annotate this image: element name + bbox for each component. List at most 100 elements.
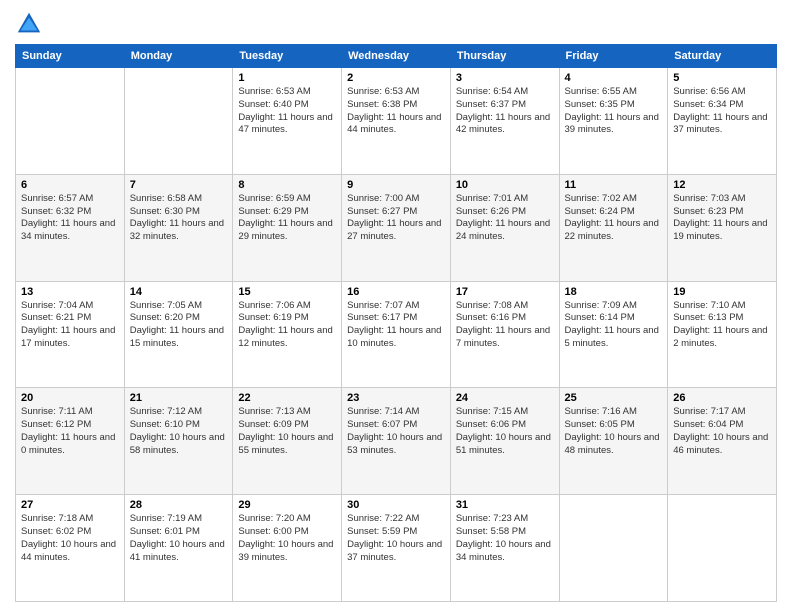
day-info: Sunrise: 7:05 AMSunset: 6:20 PMDaylight:…	[130, 300, 228, 351]
day-number: 10	[456, 179, 554, 191]
day-info: Sunrise: 7:10 AMSunset: 6:13 PMDaylight:…	[673, 300, 771, 351]
day-info: Sunrise: 6:54 AMSunset: 6:37 PMDaylight:…	[456, 86, 554, 137]
day-info: Sunrise: 7:14 AMSunset: 6:07 PMDaylight:…	[347, 406, 445, 457]
calendar-week-row: 1 Sunrise: 6:53 AMSunset: 6:40 PMDaylight…	[16, 68, 777, 175]
header	[15, 10, 777, 38]
day-info: Sunrise: 7:09 AMSunset: 6:14 PMDaylight:…	[565, 300, 663, 351]
calendar-table: SundayMondayTuesdayWednesdayThursdayFrid…	[15, 44, 777, 602]
calendar-day-cell: 26Sunrise: 7:17 AMSunset: 6:04 PMDayligh…	[668, 388, 777, 495]
day-info: Sunrise: 7:12 AMSunset: 6:10 PMDaylight:…	[130, 406, 228, 457]
calendar-week-row: 20Sunrise: 7:11 AMSunset: 6:12 PMDayligh…	[16, 388, 777, 495]
weekday-header: Saturday	[668, 45, 777, 68]
weekday-header: Friday	[559, 45, 668, 68]
day-info: Sunrise: 7:06 AMSunset: 6:19 PMDaylight:…	[238, 300, 336, 351]
day-number: 31	[456, 499, 554, 511]
calendar-day-cell: 21 Sunrise: 7:12 AMSunset: 6:10 PMDayligh…	[124, 388, 233, 495]
day-number: 20	[21, 392, 119, 404]
day-info: Sunrise: 7:15 AMSunset: 6:06 PMDaylight:…	[456, 406, 554, 457]
day-number: 23	[347, 392, 445, 404]
day-info: Sunrise: 6:53 AMSunset: 6:38 PMDaylight:…	[347, 86, 445, 137]
weekday-header: Monday	[124, 45, 233, 68]
day-info: Sunrise: 6:59 AMSunset: 6:29 PMDaylight:…	[238, 193, 336, 244]
day-number: 17	[456, 286, 554, 298]
day-info: Sunrise: 6:57 AMSunset: 6:32 PMDaylight:…	[21, 193, 119, 244]
day-number: 11	[565, 179, 663, 191]
day-info: Sunrise: 7:04 AMSunset: 6:21 PMDaylight:…	[21, 300, 119, 351]
day-info: Sunrise: 7:00 AMSunset: 6:27 PMDaylight:…	[347, 193, 445, 244]
weekday-header: Thursday	[450, 45, 559, 68]
calendar-week-row: 6 Sunrise: 6:57 AMSunset: 6:32 PMDaylight…	[16, 174, 777, 281]
calendar-day-cell: 3 Sunrise: 6:54 AMSunset: 6:37 PMDaylight…	[450, 68, 559, 175]
calendar-day-cell: 15 Sunrise: 7:06 AMSunset: 6:19 PMDayligh…	[233, 281, 342, 388]
day-number: 18	[565, 286, 663, 298]
calendar-day-cell: 4Sunrise: 6:55 AMSunset: 6:35 PMDaylight…	[559, 68, 668, 175]
calendar-day-cell: 9 Sunrise: 7:00 AMSunset: 6:27 PMDaylight…	[342, 174, 451, 281]
day-info: Sunrise: 6:53 AMSunset: 6:40 PMDaylight:…	[238, 86, 336, 137]
logo	[15, 10, 47, 38]
weekday-header: Sunday	[16, 45, 125, 68]
day-number: 15	[238, 286, 336, 298]
calendar-day-cell: 13 Sunrise: 7:04 AMSunset: 6:21 PMDayligh…	[16, 281, 125, 388]
calendar-day-cell: 2 Sunrise: 6:53 AMSunset: 6:38 PMDaylight…	[342, 68, 451, 175]
calendar-day-cell: 17 Sunrise: 7:08 AMSunset: 6:16 PMDayligh…	[450, 281, 559, 388]
calendar-day-cell: 31 Sunrise: 7:23 AMSunset: 5:58 PMDayligh…	[450, 495, 559, 602]
calendar-day-cell: 29 Sunrise: 7:20 AMSunset: 6:00 PMDayligh…	[233, 495, 342, 602]
calendar-day-cell: 10 Sunrise: 7:01 AMSunset: 6:26 PMDayligh…	[450, 174, 559, 281]
day-number: 24	[456, 392, 554, 404]
day-number: 26	[673, 392, 771, 404]
calendar-day-cell: 19Sunrise: 7:10 AMSunset: 6:13 PMDayligh…	[668, 281, 777, 388]
day-number: 7	[130, 179, 228, 191]
calendar-day-cell: 23 Sunrise: 7:14 AMSunset: 6:07 PMDayligh…	[342, 388, 451, 495]
day-number: 28	[130, 499, 228, 511]
calendar-day-cell: 28 Sunrise: 7:19 AMSunset: 6:01 PMDayligh…	[124, 495, 233, 602]
day-number: 5	[673, 72, 771, 84]
day-number: 13	[21, 286, 119, 298]
calendar-day-cell: 22Sunrise: 7:13 AMSunset: 6:09 PMDayligh…	[233, 388, 342, 495]
calendar-day-cell: 24 Sunrise: 7:15 AMSunset: 6:06 PMDayligh…	[450, 388, 559, 495]
calendar-day-cell: 30 Sunrise: 7:22 AMSunset: 5:59 PMDayligh…	[342, 495, 451, 602]
day-number: 29	[238, 499, 336, 511]
calendar-day-cell: 25 Sunrise: 7:16 AMSunset: 6:05 PMDayligh…	[559, 388, 668, 495]
day-info: Sunrise: 6:58 AMSunset: 6:30 PMDaylight:…	[130, 193, 228, 244]
day-number: 25	[565, 392, 663, 404]
calendar-day-cell: 27 Sunrise: 7:18 AMSunset: 6:02 PMDayligh…	[16, 495, 125, 602]
day-info: Sunrise: 7:23 AMSunset: 5:58 PMDaylight:…	[456, 513, 554, 564]
calendar-week-row: 27 Sunrise: 7:18 AMSunset: 6:02 PMDayligh…	[16, 495, 777, 602]
day-number: 4	[565, 72, 663, 84]
calendar-week-row: 13 Sunrise: 7:04 AMSunset: 6:21 PMDayligh…	[16, 281, 777, 388]
day-info: Sunrise: 7:18 AMSunset: 6:02 PMDaylight:…	[21, 513, 119, 564]
calendar-day-cell: 6 Sunrise: 6:57 AMSunset: 6:32 PMDaylight…	[16, 174, 125, 281]
calendar-day-cell: 18 Sunrise: 7:09 AMSunset: 6:14 PMDayligh…	[559, 281, 668, 388]
day-info: Sunrise: 7:19 AMSunset: 6:01 PMDaylight:…	[130, 513, 228, 564]
weekday-header: Wednesday	[342, 45, 451, 68]
calendar-day-cell: 5 Sunrise: 6:56 AMSunset: 6:34 PMDaylight…	[668, 68, 777, 175]
calendar-day-cell: 8 Sunrise: 6:59 AMSunset: 6:29 PMDaylight…	[233, 174, 342, 281]
calendar-day-cell: 1 Sunrise: 6:53 AMSunset: 6:40 PMDaylight…	[233, 68, 342, 175]
day-number: 2	[347, 72, 445, 84]
day-info: Sunrise: 6:56 AMSunset: 6:34 PMDaylight:…	[673, 86, 771, 137]
day-info: Sunrise: 7:08 AMSunset: 6:16 PMDaylight:…	[456, 300, 554, 351]
calendar-header-row: SundayMondayTuesdayWednesdayThursdayFrid…	[16, 45, 777, 68]
day-info: Sunrise: 7:03 AMSunset: 6:23 PMDaylight:…	[673, 193, 771, 244]
calendar-day-cell	[124, 68, 233, 175]
calendar-day-cell: 16 Sunrise: 7:07 AMSunset: 6:17 PMDayligh…	[342, 281, 451, 388]
day-number: 1	[238, 72, 336, 84]
day-number: 8	[238, 179, 336, 191]
day-info: Sunrise: 7:20 AMSunset: 6:00 PMDaylight:…	[238, 513, 336, 564]
day-number: 14	[130, 286, 228, 298]
calendar-day-cell: 14 Sunrise: 7:05 AMSunset: 6:20 PMDayligh…	[124, 281, 233, 388]
calendar-day-cell	[559, 495, 668, 602]
logo-icon	[15, 10, 43, 38]
day-number: 9	[347, 179, 445, 191]
day-number: 21	[130, 392, 228, 404]
day-number: 27	[21, 499, 119, 511]
day-info: Sunrise: 7:07 AMSunset: 6:17 PMDaylight:…	[347, 300, 445, 351]
day-number: 16	[347, 286, 445, 298]
day-number: 30	[347, 499, 445, 511]
day-info: Sunrise: 7:16 AMSunset: 6:05 PMDaylight:…	[565, 406, 663, 457]
calendar-day-cell	[668, 495, 777, 602]
day-info: Sunrise: 7:01 AMSunset: 6:26 PMDaylight:…	[456, 193, 554, 244]
day-info: Sunrise: 7:22 AMSunset: 5:59 PMDaylight:…	[347, 513, 445, 564]
day-number: 6	[21, 179, 119, 191]
day-number: 3	[456, 72, 554, 84]
